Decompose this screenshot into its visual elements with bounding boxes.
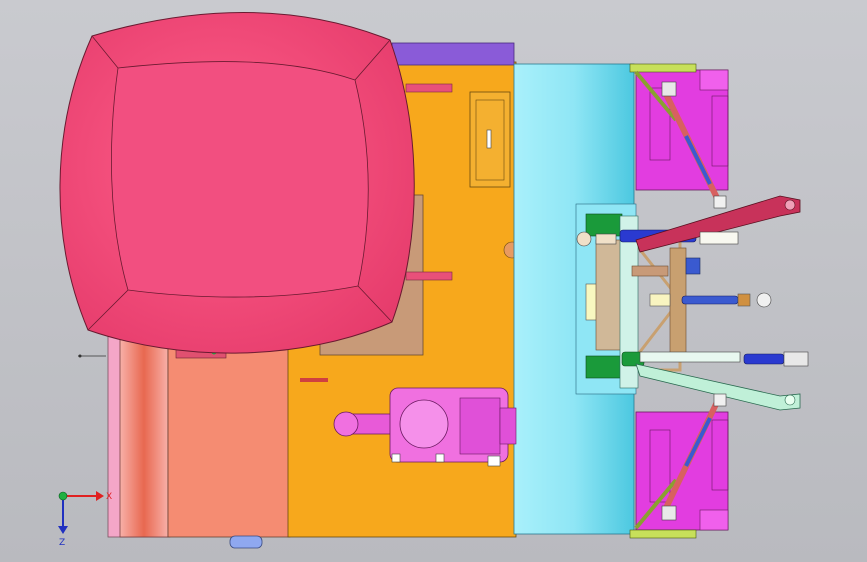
- z-axis-label: Z: [59, 538, 65, 548]
- hatch-handle: [486, 129, 492, 149]
- left-vertical-pipe: [119, 329, 169, 538]
- bottom-connector: [229, 535, 263, 549]
- leader-dot: [78, 354, 82, 358]
- salmon-body-block: [167, 329, 291, 538]
- assembly-drawing: X Z: [58, 12, 809, 549]
- violet-top-strip: [391, 42, 515, 66]
- seat-cushion: [59, 12, 415, 354]
- small-red-mark: [300, 378, 328, 382]
- pink-bar-top: [405, 83, 453, 93]
- pink-bar-middle: [405, 271, 453, 281]
- x-axis-label: X: [106, 492, 112, 502]
- cad-viewport[interactable]: X Z: [0, 0, 867, 562]
- axis-triad: X Z: [58, 491, 112, 548]
